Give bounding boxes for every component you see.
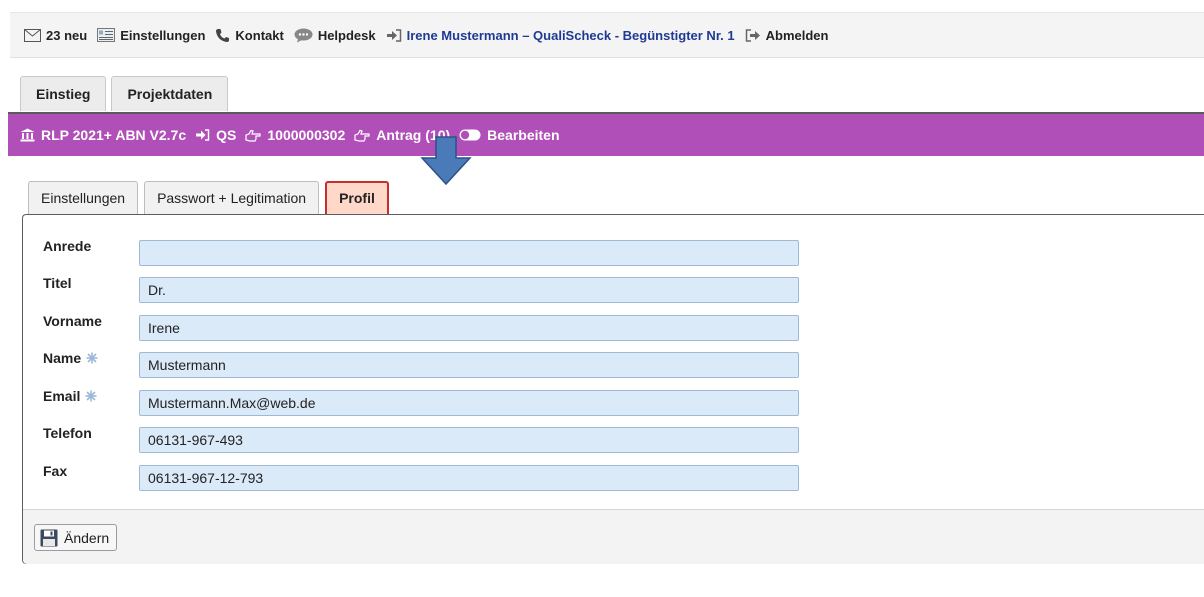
settings-link[interactable]: Einstellungen — [97, 28, 205, 43]
tab-profil[interactable]: Profil — [325, 181, 389, 214]
form-row-name: Name — [23, 346, 1204, 378]
logout-label: Abmelden — [765, 27, 829, 43]
tab-einstieg[interactable]: Einstieg — [20, 76, 107, 111]
titel-field[interactable] — [139, 277, 799, 303]
telefon-field[interactable] — [139, 427, 799, 453]
breadcrumb-mode-label: Bearbeiten — [487, 127, 560, 143]
bank-icon — [20, 128, 35, 142]
down-arrow-icon — [418, 136, 474, 186]
top-bar: 23 neu Einstellungen Kontakt Helpdesk Ir… — [10, 12, 1204, 58]
email-field[interactable] — [139, 390, 799, 416]
breadcrumb-module[interactable]: QS — [195, 127, 236, 143]
helpdesk-link[interactable]: Helpdesk — [294, 28, 376, 43]
messages-label: 23 neu — [46, 27, 88, 43]
chat-bubble-icon — [294, 28, 313, 43]
field-label: Fax — [43, 463, 68, 479]
tab-projektdaten[interactable]: Projektdaten — [111, 76, 229, 111]
field-label: Vorname — [43, 313, 102, 329]
messages-link[interactable]: 23 neu — [24, 28, 87, 43]
asterisk-icon — [85, 390, 97, 402]
contact-label: Kontakt — [235, 27, 284, 43]
settings-label: Einstellungen — [120, 27, 206, 43]
sign-in-icon — [386, 28, 402, 42]
phone-icon — [215, 28, 230, 43]
field-label: Titel — [43, 275, 72, 291]
logout-link[interactable]: Abmelden — [745, 27, 829, 43]
fax-field[interactable] — [139, 465, 799, 491]
field-label: Telefon — [43, 425, 92, 441]
profile-form: Anrede Titel Vorname Name Email Telefon … — [22, 214, 1204, 564]
tab-einstellungen[interactable]: Einstellungen — [28, 181, 139, 214]
project-breadcrumb-bar: RLP 2021+ ABN V2.7c QS 1000000302 Antrag… — [8, 112, 1204, 156]
save-button-label: Ändern — [64, 529, 110, 546]
contact-link[interactable]: Kontakt — [215, 27, 284, 43]
breadcrumb-number[interactable]: 1000000302 — [245, 127, 345, 143]
main-tabs: Einstieg Projektdaten — [20, 76, 233, 112]
form-row-anrede: Anrede — [23, 234, 1204, 266]
breadcrumb-number-label: 1000000302 — [267, 127, 346, 143]
form-row-vorname: Vorname — [23, 309, 1204, 341]
breadcrumb-program-label: RLP 2021+ ABN V2.7c — [41, 127, 187, 143]
settings-list-icon — [97, 28, 116, 42]
user-link[interactable]: Irene Mustermann – QualiScheck - Begünst… — [386, 28, 735, 43]
form-row-fax: Fax — [23, 459, 1204, 491]
sign-out-icon — [745, 28, 761, 42]
envelope-icon — [24, 28, 41, 42]
breadcrumb-module-label: QS — [216, 127, 237, 143]
user-label: Irene Mustermann – QualiScheck - Begünst… — [406, 27, 735, 43]
breadcrumb-mode[interactable]: Bearbeiten — [459, 127, 560, 143]
field-label: Email — [43, 388, 97, 404]
profile-tabs: Einstellungen Passwort + Legitimation Pr… — [28, 181, 395, 215]
form-row-email: Email — [23, 384, 1204, 416]
field-label: Anrede — [43, 238, 92, 254]
form-row-titel: Titel — [23, 271, 1204, 303]
breadcrumb-program[interactable]: RLP 2021+ ABN V2.7c — [20, 127, 186, 143]
name-field[interactable] — [139, 352, 799, 378]
field-label: Name — [43, 350, 98, 366]
asterisk-icon — [86, 352, 98, 364]
tab-passwort-legitimation[interactable]: Passwort + Legitimation — [144, 181, 320, 214]
save-button[interactable]: Ändern — [34, 524, 118, 551]
pointing-hand-icon — [354, 129, 370, 142]
floppy-disk-icon — [40, 529, 58, 547]
helpdesk-label: Helpdesk — [317, 27, 376, 43]
vorname-field[interactable] — [139, 315, 799, 341]
anrede-field[interactable] — [139, 240, 799, 266]
sign-in-icon — [195, 129, 210, 141]
form-row-telefon: Telefon — [23, 421, 1204, 453]
pointing-hand-icon — [245, 129, 261, 142]
form-footer: Ändern — [23, 509, 1204, 564]
